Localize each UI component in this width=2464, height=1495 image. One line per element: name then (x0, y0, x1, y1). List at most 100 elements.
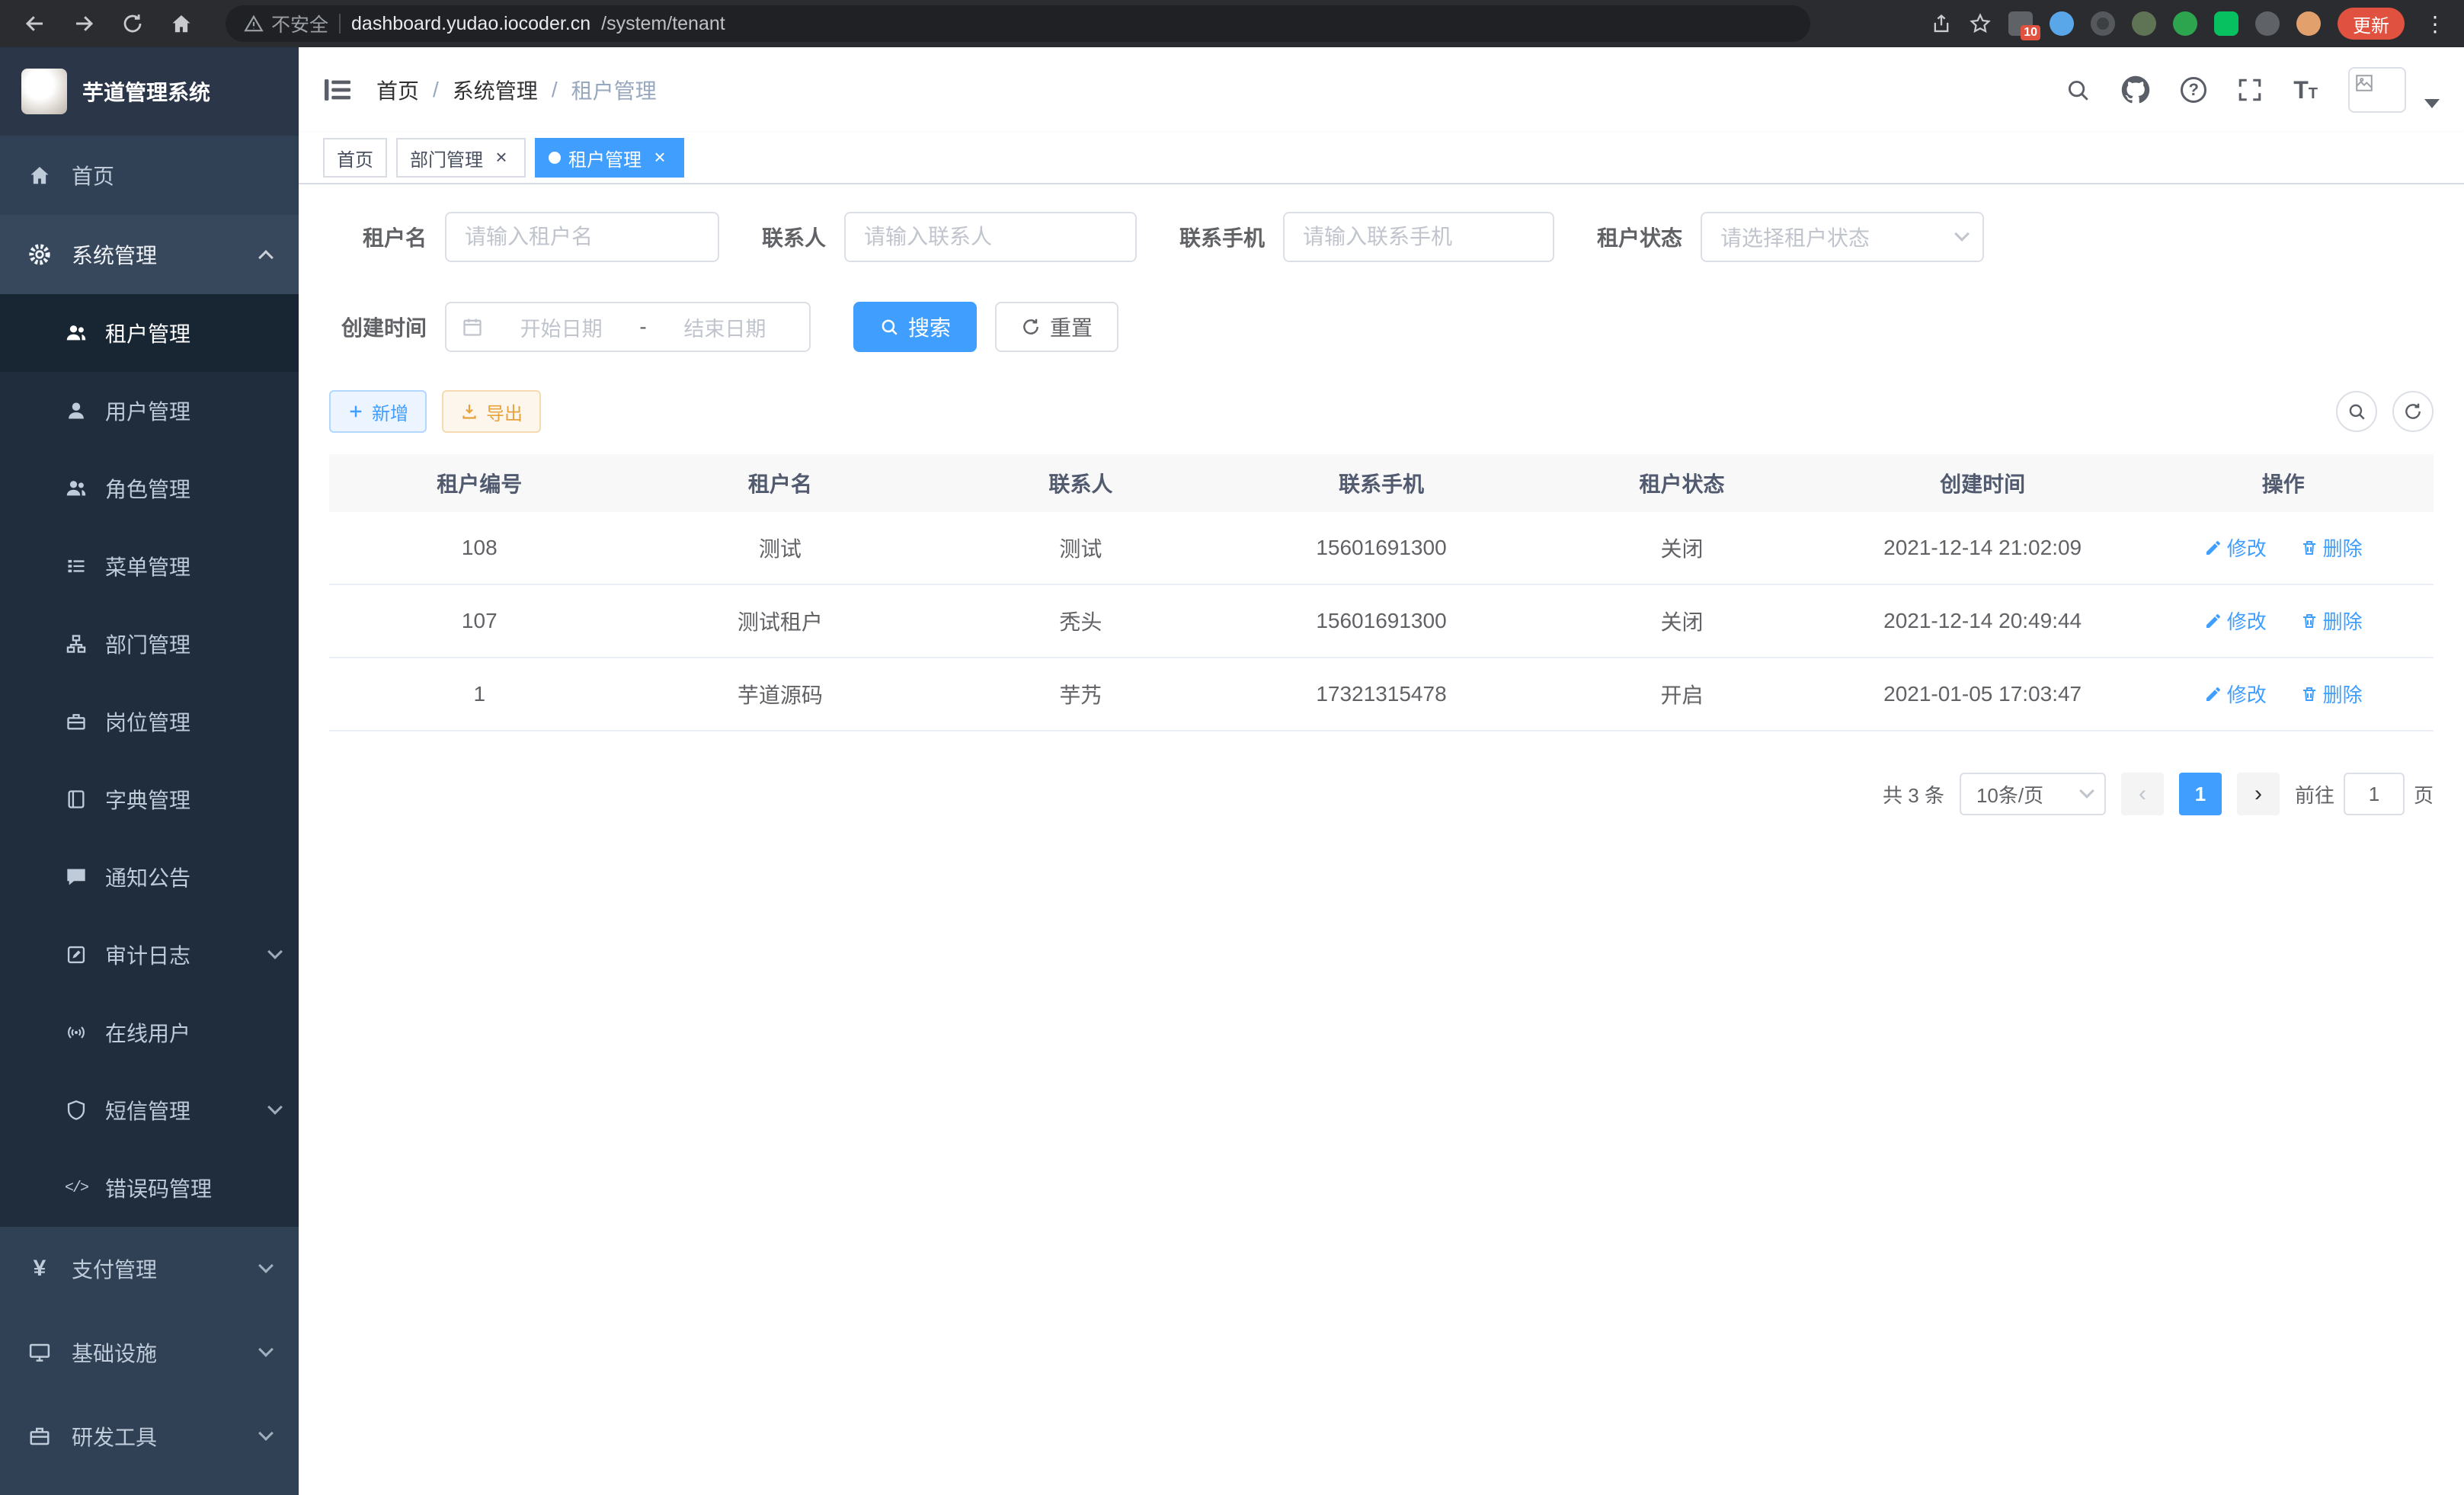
tab-dept[interactable]: 部门管理 × (396, 138, 526, 178)
user-avatar[interactable] (2348, 67, 2406, 113)
forward-icon[interactable] (64, 4, 104, 43)
sidebar-item-system[interactable]: 系统管理 (0, 215, 299, 294)
header-search-icon[interactable] (2065, 77, 2091, 103)
status-select[interactable]: 请选择租户状态 (1701, 212, 1984, 262)
goto-page-input[interactable] (2344, 773, 2405, 815)
search-icon (2347, 402, 2366, 421)
delete-link[interactable]: 删除 (2300, 533, 2363, 562)
table-header: 租户编号 租户名 联系人 联系手机 租户状态 创建时间 操作 (329, 454, 2434, 512)
search-icon (879, 317, 899, 337)
extension-icon-1[interactable]: 10 (2008, 11, 2033, 36)
log-icon (64, 944, 88, 965)
close-icon[interactable]: × (491, 147, 512, 168)
home-icon (27, 164, 52, 187)
date-range-picker[interactable]: 开始日期 - 结束日期 (445, 302, 811, 352)
sidebar-item-audit-log[interactable]: 审计日志 (0, 916, 299, 994)
github-icon[interactable] (2121, 75, 2150, 104)
url-divider (339, 14, 341, 34)
breadcrumb-current: 租户管理 (571, 75, 657, 105)
chevron-down-icon (1954, 226, 1970, 242)
phone-input[interactable] (1283, 212, 1554, 262)
refresh-table-button[interactable] (2392, 391, 2434, 432)
update-button[interactable]: 更新 (2338, 8, 2405, 40)
extension-icon-4[interactable] (2132, 11, 2156, 36)
close-icon[interactable]: × (649, 147, 670, 168)
page-size-select[interactable]: 10条/页 (1960, 773, 2106, 815)
sidebar-item-home[interactable]: 首页 (0, 136, 299, 215)
code-icon: </> (64, 1180, 88, 1197)
table-row: 107 测试租户 秃头 15601691300 关闭 2021-12-14 20… (329, 585, 2434, 658)
collapse-sidebar-icon[interactable] (323, 77, 352, 103)
delete-link[interactable]: 删除 (2300, 607, 2363, 635)
fullscreen-icon[interactable] (2237, 77, 2263, 103)
home-nav-icon[interactable] (162, 4, 201, 43)
extension-icon-3[interactable] (2091, 11, 2115, 36)
delete-link[interactable]: 删除 (2300, 680, 2363, 708)
share-icon[interactable] (1931, 13, 1952, 34)
table-row: 1 芋道源码 芋艿 17321315478 开启 2021-01-05 17:0… (329, 658, 2434, 731)
chevron-down-icon (267, 1100, 283, 1115)
contact-input[interactable] (844, 212, 1137, 262)
shield-icon (64, 1100, 88, 1121)
status-label: 租户状态 (1597, 222, 1701, 252)
avatar-caret-icon[interactable] (2424, 98, 2440, 110)
sidebar-item-error-code[interactable]: </>错误码管理 (0, 1149, 299, 1227)
reload-icon[interactable] (113, 4, 152, 43)
sidebar-item-sms[interactable]: 短信管理 (0, 1071, 299, 1149)
export-button[interactable]: 导出 (442, 390, 541, 433)
sidebar-item-dict[interactable]: 字典管理 (0, 760, 299, 838)
search-button[interactable]: 搜索 (853, 302, 977, 352)
sidebar-item-menu[interactable]: 菜单管理 (0, 527, 299, 605)
next-page-button[interactable]: › (2237, 773, 2280, 815)
logo-avatar (21, 69, 67, 114)
breadcrumb-system[interactable]: 系统管理 (453, 75, 538, 105)
online-icon (64, 1022, 88, 1043)
pagination-total: 共 3 条 (1883, 780, 1944, 808)
sidebar-item-infra[interactable]: 基础设施 (0, 1311, 299, 1394)
profile-avatar[interactable] (2296, 11, 2321, 36)
download-icon (460, 402, 478, 421)
trash-icon (2300, 612, 2318, 630)
edit-link[interactable]: 修改 (2204, 607, 2267, 635)
edit-link[interactable]: 修改 (2204, 680, 2267, 708)
tags-view-bar: 首页 部门管理 × 租户管理 × (299, 133, 2464, 184)
edit-icon (2204, 612, 2222, 630)
tab-tenant[interactable]: 租户管理 × (535, 138, 684, 178)
sidebar-item-role[interactable]: 角色管理 (0, 450, 299, 527)
back-icon[interactable] (15, 4, 55, 43)
browser-menu-icon[interactable]: ⋮ (2421, 11, 2449, 37)
sidebar-item-online-users[interactable]: 在线用户 (0, 994, 299, 1071)
breadcrumb-separator: / (552, 78, 558, 102)
bookmark-star-icon[interactable] (1969, 12, 1992, 35)
page-1-button[interactable]: 1 (2179, 773, 2222, 815)
reset-button[interactable]: 重置 (995, 302, 1118, 352)
sidebar-item-post[interactable]: 岗位管理 (0, 683, 299, 760)
sidebar-item-user[interactable]: 用户管理 (0, 372, 299, 450)
add-button[interactable]: 新增 (329, 390, 427, 433)
sidebar-item-tenant[interactable]: 租户管理 (0, 294, 299, 372)
sidebar-item-devtools[interactable]: 研发工具 (0, 1394, 299, 1478)
chevron-down-icon (258, 1426, 274, 1441)
help-icon[interactable]: ? (2181, 77, 2206, 103)
briefcase-icon (64, 711, 88, 732)
goto-label: 前往 (2295, 780, 2334, 808)
extension-icon-2[interactable] (2050, 11, 2074, 36)
url-bar[interactable]: 不安全 dashboard.yudao.iocoder.cn/system/te… (226, 5, 1810, 42)
extensions-puzzle-icon[interactable] (2255, 11, 2280, 36)
tenant-name-input[interactable] (445, 212, 719, 262)
status-value: 关闭 (1531, 606, 1832, 636)
sidebar-item-notice[interactable]: 通知公告 (0, 838, 299, 916)
extension-icon-6[interactable] (2214, 11, 2238, 36)
prev-page-button[interactable]: ‹ (2121, 773, 2164, 815)
refresh-icon (1021, 317, 1041, 337)
sidebar-item-payment[interactable]: ¥ 支付管理 (0, 1227, 299, 1311)
breadcrumb-home[interactable]: 首页 (376, 75, 419, 105)
sidebar-item-dept[interactable]: 部门管理 (0, 605, 299, 683)
font-size-icon[interactable]: TT (2293, 76, 2318, 104)
tab-home[interactable]: 首页 (323, 138, 387, 178)
extension-icon-5[interactable] (2173, 11, 2197, 36)
edit-link[interactable]: 修改 (2204, 533, 2267, 562)
show-search-button[interactable] (2336, 391, 2377, 432)
yen-icon: ¥ (27, 1256, 52, 1282)
list-icon (64, 555, 88, 577)
